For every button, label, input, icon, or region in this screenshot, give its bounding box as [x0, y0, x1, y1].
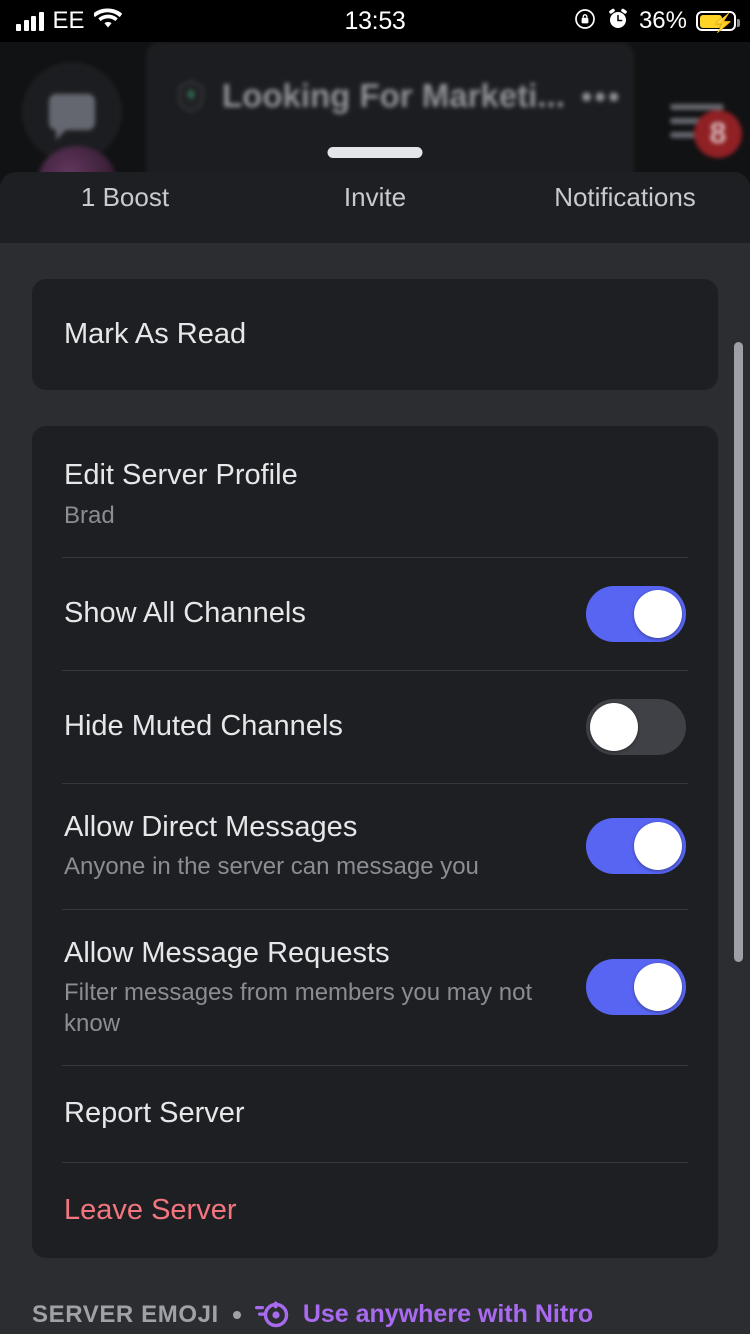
server-verified-icon: [178, 80, 204, 112]
hide-muted-channels-row[interactable]: Hide Muted Channels: [32, 669, 718, 783]
members-unread-badge: 8: [694, 110, 742, 158]
allow-direct-messages-label: Allow Direct Messages: [64, 810, 358, 843]
report-server-label: Report Server: [64, 1097, 245, 1130]
mark-as-read-label: Mark As Read: [64, 318, 247, 350]
sheet-drag-handle[interactable]: [327, 147, 423, 158]
edit-server-profile-username: Brad: [64, 501, 115, 529]
nitro-promo-label[interactable]: Use anywhere with Nitro: [303, 1300, 593, 1329]
allow-direct-messages-description: Anyone in the server can message you: [64, 853, 479, 881]
settings-sheet: Mark As Read Edit Server Profile Brad Sh…: [0, 243, 750, 1334]
separator-dot-icon: [232, 1310, 241, 1319]
show-all-channels-label: Show All Channels: [64, 597, 306, 630]
notifications-button[interactable]: Notifications: [500, 182, 750, 213]
invite-button[interactable]: Invite: [250, 182, 500, 213]
status-bar-right: 36% ⚡: [573, 7, 740, 36]
mark-as-read-row[interactable]: Mark As Read: [32, 279, 718, 390]
allow-message-requests-row[interactable]: Allow Message Requests Filter messages f…: [32, 908, 718, 1066]
nitro-icon: [254, 1301, 289, 1327]
allow-direct-messages-row[interactable]: Allow Direct Messages Anyone in the serv…: [32, 782, 718, 909]
server-emoji-header: SERVER EMOJI Use anywhere with Nitro: [32, 1300, 718, 1329]
allow-message-requests-description: Filter messages from members you may not…: [64, 978, 533, 1038]
leave-server-label: Leave Server: [64, 1193, 237, 1226]
server-title-row: Looking For Marketi... •••: [176, 77, 620, 115]
report-server-row[interactable]: Report Server: [32, 1065, 718, 1161]
boost-button[interactable]: 1 Boost: [0, 182, 250, 213]
server-title: Looking For Marketi...: [222, 77, 565, 114]
show-all-channels-toggle[interactable]: [586, 585, 686, 642]
edit-server-profile-label: Edit Server Profile: [64, 459, 298, 492]
server-action-bar: 1 Boost Invite Notifications: [0, 172, 750, 248]
allow-message-requests-label: Allow Message Requests: [64, 936, 390, 969]
leave-server-row[interactable]: Leave Server: [32, 1161, 718, 1258]
allow-direct-messages-toggle[interactable]: [586, 818, 686, 875]
server-emoji-section-label: SERVER EMOJI: [32, 1300, 219, 1328]
show-all-channels-row[interactable]: Show All Channels: [32, 556, 718, 670]
server-overflow-icon: •••: [580, 77, 622, 115]
alarm-clock-icon: [606, 7, 630, 36]
edit-server-profile-row[interactable]: Edit Server Profile Brad: [32, 426, 718, 557]
battery-charging-icon: ⚡: [696, 11, 740, 33]
rotation-lock-icon: [573, 7, 597, 36]
server-settings-card: Edit Server Profile Brad Show All Channe…: [32, 426, 718, 1258]
mark-as-read-card: Mark As Read: [32, 279, 718, 391]
hide-muted-channels-label: Hide Muted Channels: [64, 710, 343, 743]
allow-message-requests-toggle[interactable]: [586, 959, 686, 1016]
status-bar: EE 13:53 36% ⚡: [0, 0, 750, 42]
hide-muted-channels-toggle[interactable]: [586, 698, 686, 755]
discord-server-settings-screen: EE 13:53 36% ⚡ Looking For Marketi... ••…: [0, 0, 750, 1334]
vertical-scrollbar[interactable]: [734, 342, 743, 962]
battery-percent-label: 36%: [638, 7, 687, 34]
